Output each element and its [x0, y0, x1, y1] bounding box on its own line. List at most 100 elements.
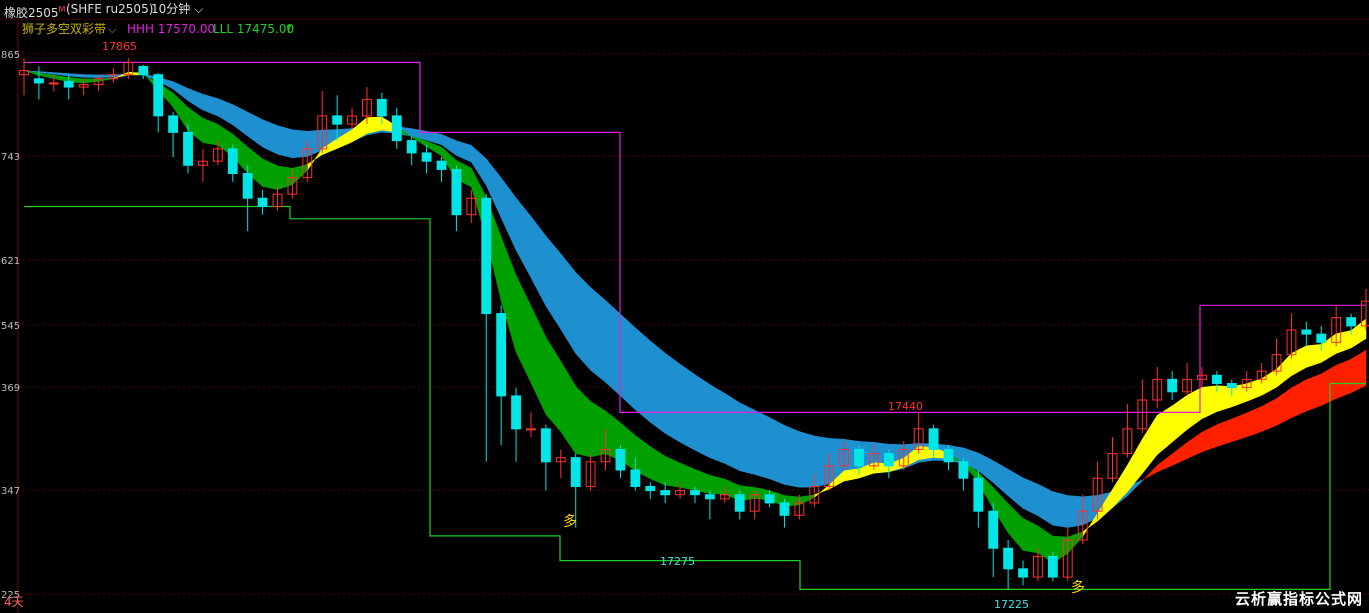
- slow-band-segment: [1022, 477, 1039, 517]
- fast-band-segment: [262, 158, 278, 190]
- fast-band-segment: [560, 360, 576, 455]
- slow-band-segment: [605, 299, 621, 397]
- slow-band-segment: [1007, 468, 1024, 509]
- fast-band-segment: [1007, 503, 1024, 552]
- y-tick-label: 743: [1, 152, 20, 163]
- slow-band-segment: [575, 271, 591, 371]
- price-annotation: 17225: [994, 598, 1029, 611]
- candle: [1047, 552, 1058, 582]
- candle: [615, 445, 626, 479]
- candle: [1092, 461, 1103, 520]
- indicator-legend[interactable]: 狮子多空双彩带 ⌵ HHH 17570.00 LLL 17475.00 ↑: [22, 22, 294, 36]
- fast-band-segment: [1067, 531, 1083, 555]
- candle: [1167, 371, 1178, 400]
- slow-band-segment: [1216, 418, 1233, 447]
- slow-band-segment: [1335, 358, 1352, 399]
- fast-band-segment: [1276, 352, 1292, 388]
- period-selector[interactable]: 10分钟 ⌵: [151, 0, 203, 19]
- lll-arrow: ↑: [284, 22, 294, 36]
- slow-band-segment: [784, 424, 800, 488]
- slow-band-segment: [1037, 483, 1054, 526]
- fast-band-segment: [1171, 394, 1188, 443]
- watermark: 云析赢指标公式网: [1234, 590, 1363, 608]
- slow-band-segment: [515, 197, 532, 278]
- time-span-label: 4天: [4, 595, 24, 609]
- slow-band-segment: [724, 392, 740, 472]
- slow-band-segment: [277, 125, 293, 159]
- slow-band-segment: [650, 340, 666, 434]
- chevron-down-icon: ⌵: [190, 2, 204, 16]
- symbol-name: 橡胶2505: [4, 6, 59, 20]
- period-label: 10分钟: [151, 2, 191, 16]
- candle: [19, 58, 29, 96]
- candle: [585, 453, 596, 491]
- hhh-label: HHH 17570.00: [127, 22, 215, 36]
- fast-band-segment: [575, 385, 591, 458]
- fast-band-segment: [1246, 378, 1262, 402]
- candle: [198, 148, 208, 182]
- slow-band-segment: [1201, 424, 1218, 453]
- candle: [734, 490, 745, 520]
- indicator-name[interactable]: 狮子多空双彩带: [22, 22, 106, 36]
- fast-band-segment: [650, 446, 666, 486]
- chart-header: 橡胶2505M (SHFE ru2505) 10分钟 ⌵: [0, 0, 1369, 20]
- lll-label: LLL 17475.00: [213, 22, 294, 36]
- slow-band-segment: [1291, 379, 1307, 419]
- price-annotation: 17865: [102, 40, 137, 53]
- slow-band-segment: [530, 215, 547, 307]
- price-annotation: 17440: [888, 400, 923, 413]
- candle: [168, 111, 179, 158]
- slow-band-segment: [456, 140, 472, 163]
- slow-band-segment: [98, 74, 114, 78]
- fast-band-segment: [515, 275, 532, 383]
- candle: [1003, 540, 1014, 590]
- fast-band-segment: [83, 78, 99, 84]
- fast-band-segment: [1291, 345, 1307, 377]
- candle: [347, 107, 357, 129]
- candle: [421, 144, 432, 174]
- chevron-down-icon[interactable]: ⌵: [108, 23, 117, 36]
- candle: [943, 445, 954, 470]
- fast-band-segment: [694, 469, 711, 495]
- slow-band-segment: [545, 235, 562, 331]
- exchange-code: (SHFE ru2505): [66, 2, 154, 16]
- slow-band-segment: [709, 384, 726, 464]
- slow-band-segment: [590, 286, 606, 383]
- slow-band-segment: [292, 129, 308, 159]
- slow-band-segment: [1171, 442, 1188, 466]
- slow-band-segment: [739, 402, 755, 475]
- candle: [1182, 362, 1192, 396]
- slow-band-segment: [68, 73, 84, 78]
- candle: [555, 449, 566, 479]
- candle: [481, 194, 492, 462]
- candle: [704, 490, 715, 520]
- y-tick-label: 865: [1, 50, 20, 61]
- price-annotation: 多: [563, 513, 577, 530]
- fast-band-segment: [1156, 405, 1173, 456]
- slow-band-segment: [232, 104, 248, 137]
- candle: [958, 457, 969, 491]
- price-annotation: 多: [1071, 579, 1085, 596]
- y-tick-label: 545: [1, 321, 20, 332]
- fast-band-segment: [1261, 368, 1277, 396]
- slow-band-segment: [83, 74, 99, 78]
- slow-band-segment: [187, 88, 204, 111]
- slow-band-segment: [635, 327, 651, 423]
- slow-band-segment: [620, 313, 636, 411]
- slow-band-segment: [1156, 453, 1173, 473]
- candlestick-chart[interactable]: 865743621545369347225 178651744017275172…: [0, 20, 1369, 613]
- fast-band-segment: [1201, 385, 1218, 420]
- candle: [406, 136, 417, 166]
- slow-band-segment: [1231, 412, 1247, 443]
- slow-band-segment: [769, 417, 785, 485]
- slow-band-segment: [1052, 491, 1069, 528]
- candle: [153, 73, 164, 133]
- candle: [242, 165, 253, 232]
- fast-band-segment: [679, 462, 696, 491]
- candle: [272, 185, 283, 211]
- fast-band-segment: [530, 305, 547, 415]
- candle: [883, 449, 894, 479]
- slow-band-segment: [1261, 398, 1277, 432]
- slow-band-segment: [1350, 349, 1367, 394]
- slow-band-segment: [1306, 373, 1322, 412]
